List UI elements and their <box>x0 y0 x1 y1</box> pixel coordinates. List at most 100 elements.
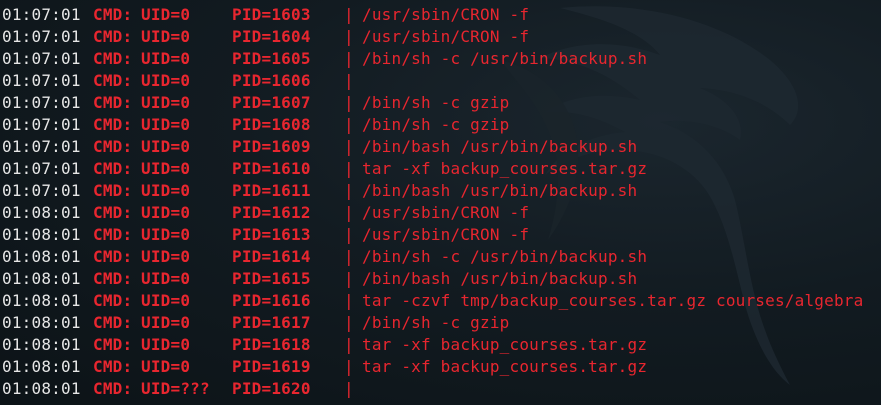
process-command: /usr/sbin/CRON -f <box>362 27 530 46</box>
log-line: 01:07:01 CMD: UID=0 PID=1605 | /bin/sh -c /us… <box>2 48 863 70</box>
cmd-label: CMD: <box>93 357 133 376</box>
separator: | <box>344 93 354 112</box>
cmd-label: CMD: <box>93 379 133 398</box>
separator: | <box>344 291 354 310</box>
log-line: 01:08:01 CMD: UID=0 PID=1618 | tar -xf backup… <box>2 334 863 356</box>
log-line: 01:07:01 CMD: UID=0 PID=1607 | /bin/sh -c gzi… <box>2 92 863 114</box>
log-line: 01:07:01 CMD: UID=0 PID=1610 | tar -xf backup… <box>2 158 863 180</box>
uid-value: UID=0 <box>141 49 191 68</box>
cmd-label: CMD: <box>93 291 133 310</box>
terminal-window[interactable]: 01:07:01 CMD: UID=0 PID=1603 | /usr/sbin/CRON… <box>0 0 881 405</box>
cmd-label: CMD: <box>93 225 133 244</box>
timestamp: 01:08:01 <box>2 225 81 244</box>
log-line: 01:07:01 CMD: UID=0 PID=1606 | <box>2 70 863 92</box>
log-line: 01:07:01 CMD: UID=0 PID=1611 | /bin/bash /usr… <box>2 180 863 202</box>
process-command: /bin/bash /usr/bin/backup.sh <box>362 181 638 200</box>
log-line: 01:08:01 CMD: UID=0 PID=1619 | tar -xf backup… <box>2 356 863 378</box>
cmd-label: CMD: <box>93 27 133 46</box>
process-command: /bin/bash /usr/bin/backup.sh <box>362 269 638 288</box>
timestamp: 01:08:01 <box>2 335 81 354</box>
separator: | <box>344 225 354 244</box>
timestamp: 01:07:01 <box>2 115 81 134</box>
separator: | <box>344 269 354 288</box>
uid-value: UID=0 <box>141 71 191 90</box>
pid-value: PID=1619 <box>232 357 311 376</box>
pid-value: PID=1614 <box>232 247 311 266</box>
uid-value: UID=0 <box>141 203 191 222</box>
uid-value: UID=0 <box>141 115 191 134</box>
cmd-label: CMD: <box>93 335 133 354</box>
pid-value: PID=1603 <box>232 5 311 24</box>
pid-value: PID=1618 <box>232 335 311 354</box>
cmd-label: CMD: <box>93 159 133 178</box>
process-command: /bin/sh -c gzip <box>362 93 510 112</box>
process-command: /usr/sbin/CRON -f <box>362 5 530 24</box>
separator: | <box>344 357 354 376</box>
separator: | <box>344 115 354 134</box>
process-command: tar -xf backup_courses.tar.gz <box>362 357 648 376</box>
uid-value: UID=0 <box>141 5 191 24</box>
uid-value: UID=0 <box>141 335 191 354</box>
uid-value: UID=0 <box>141 93 191 112</box>
cmd-label: CMD: <box>93 49 133 68</box>
process-command: /usr/sbin/CRON -f <box>362 203 530 222</box>
log-line: 01:08:01 CMD: UID=0 PID=1613 | /usr/sbin/CRON… <box>2 224 863 246</box>
cmd-label: CMD: <box>93 115 133 134</box>
timestamp: 01:07:01 <box>2 159 81 178</box>
uid-value: UID=0 <box>141 247 191 266</box>
pid-value: PID=1605 <box>232 49 311 68</box>
separator: | <box>344 379 354 398</box>
process-log: 01:07:01 CMD: UID=0 PID=1603 | /usr/sbin/CRON… <box>2 4 863 400</box>
process-command: /bin/sh -c /usr/bin/backup.sh <box>362 247 648 266</box>
uid-value: UID=0 <box>141 159 191 178</box>
log-line: 01:08:01 CMD: UID=0 PID=1612 | /usr/sbin/CRON… <box>2 202 863 224</box>
timestamp: 01:08:01 <box>2 313 81 332</box>
log-line: 01:07:01 CMD: UID=0 PID=1608 | /bin/sh -c gzi… <box>2 114 863 136</box>
uid-value: UID=0 <box>141 181 191 200</box>
cmd-label: CMD: <box>93 181 133 200</box>
log-line: 01:08:01 CMD: UID=??? PID=1620 | <box>2 378 863 400</box>
pid-value: PID=1612 <box>232 203 311 222</box>
process-command: /usr/sbin/CRON -f <box>362 225 530 244</box>
cmd-label: CMD: <box>93 5 133 24</box>
timestamp: 01:07:01 <box>2 27 81 46</box>
separator: | <box>344 247 354 266</box>
separator: | <box>344 71 354 90</box>
separator: | <box>344 137 354 156</box>
separator: | <box>344 335 354 354</box>
pid-value: PID=1606 <box>232 71 311 90</box>
uid-value: UID=0 <box>141 313 191 332</box>
cmd-label: CMD: <box>93 137 133 156</box>
timestamp: 01:07:01 <box>2 181 81 200</box>
pid-value: PID=1615 <box>232 269 311 288</box>
pid-value: PID=1604 <box>232 27 311 46</box>
pid-value: PID=1607 <box>232 93 311 112</box>
pid-value: PID=1611 <box>232 181 311 200</box>
timestamp: 01:08:01 <box>2 203 81 222</box>
separator: | <box>344 159 354 178</box>
uid-value: UID=0 <box>141 291 191 310</box>
cmd-label: CMD: <box>93 247 133 266</box>
cmd-label: CMD: <box>93 71 133 90</box>
process-command: tar -xf backup_courses.tar.gz <box>362 335 648 354</box>
timestamp: 01:08:01 <box>2 291 81 310</box>
log-line: 01:08:01 CMD: UID=0 PID=1614 | /bin/sh -c /us… <box>2 246 863 268</box>
pid-value: PID=1616 <box>232 291 311 310</box>
timestamp: 01:07:01 <box>2 5 81 24</box>
separator: | <box>344 49 354 68</box>
timestamp: 01:08:01 <box>2 247 81 266</box>
separator: | <box>344 5 354 24</box>
separator: | <box>344 27 354 46</box>
pid-value: PID=1617 <box>232 313 311 332</box>
cmd-label: CMD: <box>93 203 133 222</box>
log-line: 01:08:01 CMD: UID=0 PID=1616 | tar -czvf tmp/… <box>2 290 863 312</box>
log-line: 01:08:01 CMD: UID=0 PID=1615 | /bin/bash /usr… <box>2 268 863 290</box>
pid-value: PID=1609 <box>232 137 311 156</box>
process-command: /bin/sh -c gzip <box>362 313 510 332</box>
separator: | <box>344 313 354 332</box>
uid-value: UID=0 <box>141 269 191 288</box>
timestamp: 01:07:01 <box>2 93 81 112</box>
process-command: tar -czvf tmp/backup_courses.tar.gz cour… <box>362 291 864 310</box>
process-command: tar -xf backup_courses.tar.gz <box>362 159 648 178</box>
uid-value: UID=0 <box>141 27 191 46</box>
